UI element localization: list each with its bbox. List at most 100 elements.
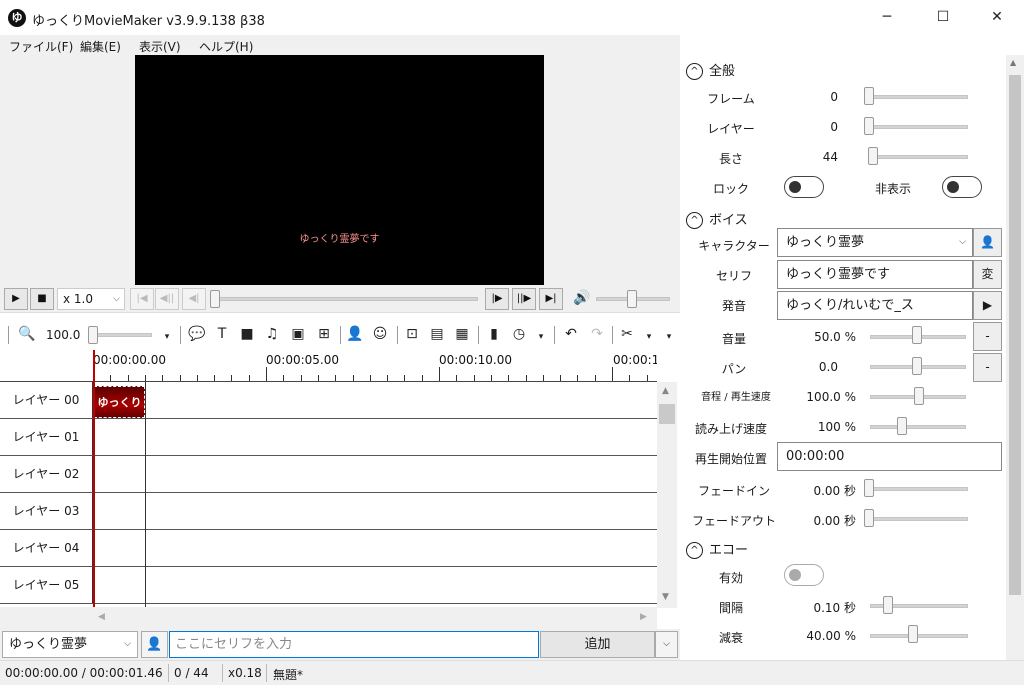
layer-row[interactable]: レイヤー 03: [0, 493, 657, 530]
voice-volume-thumb[interactable]: [912, 326, 922, 344]
hide-toggle[interactable]: [942, 176, 982, 198]
echo-enabled-toggle[interactable]: [784, 564, 824, 586]
layer-track[interactable]: [93, 493, 657, 529]
seek-slider[interactable]: [212, 297, 478, 301]
scrollbar-thumb[interactable]: [1009, 75, 1021, 595]
zoom-icon[interactable]: 🔍: [18, 326, 36, 342]
playback-speed-select[interactable]: x 1.0 ⌵: [57, 288, 125, 310]
frame-slider[interactable]: [866, 95, 968, 99]
menu-help[interactable]: ヘルプ(H): [199, 38, 253, 55]
pan-minus-button[interactable]: -: [973, 353, 1002, 382]
scroll-up-icon[interactable]: ▲: [662, 386, 669, 396]
scissors-icon[interactable]: ✂: [618, 326, 636, 342]
volume-minus-button[interactable]: -: [973, 322, 1002, 351]
collapse-icon[interactable]: ^: [686, 212, 703, 229]
scroll-right-icon[interactable]: ▶: [640, 612, 647, 622]
fade-in-thumb[interactable]: [864, 479, 874, 497]
fade-in-slider[interactable]: [866, 487, 968, 491]
go-end-icon[interactable]: ▶|: [539, 288, 563, 310]
dropdown-arrow-icon[interactable]: ▾: [640, 332, 658, 342]
length-slider[interactable]: [870, 155, 968, 159]
layer-track[interactable]: [93, 530, 657, 566]
section-echo-header[interactable]: ^ エコー: [686, 539, 748, 559]
layer-name[interactable]: レイヤー 04: [0, 530, 93, 566]
person-icon[interactable]: 👤: [346, 326, 364, 342]
frame-slider-thumb[interactable]: [864, 87, 874, 105]
mosaic-icon[interactable]: ▦: [453, 326, 471, 342]
collapse-icon[interactable]: ^: [686, 63, 703, 80]
voice-clip[interactable]: ゆっくり: [94, 386, 145, 418]
play-voice-button[interactable]: ▶: [973, 291, 1002, 320]
overflow-icon[interactable]: ▾: [158, 332, 176, 342]
prev-frame-icon[interactable]: ◀||: [155, 288, 179, 310]
play-button[interactable]: ▶: [4, 288, 28, 310]
menu-edit[interactable]: 編集(E): [80, 38, 121, 55]
video-preview[interactable]: ゆっくり霊夢です: [135, 55, 544, 285]
minimize-button[interactable]: ─: [864, 0, 910, 35]
convert-button[interactable]: 変: [973, 260, 1002, 289]
fade-out-slider[interactable]: [866, 517, 968, 521]
layer-name[interactable]: レイヤー 02: [0, 456, 93, 492]
undo-icon[interactable]: ↶: [562, 326, 580, 342]
layer-name[interactable]: レイヤー 03: [0, 493, 93, 529]
voice-character-select[interactable]: ゆっくり霊夢 ⌵: [777, 228, 973, 257]
scroll-up-icon[interactable]: ▲: [1010, 58, 1016, 67]
layer-track[interactable]: [93, 382, 657, 418]
redo-icon[interactable]: ↷: [588, 326, 606, 342]
timeline-horizontal-scrollbar[interactable]: ◀ ▶: [0, 607, 657, 629]
length-slider-thumb[interactable]: [868, 147, 878, 165]
add-shapes-icon[interactable]: ⊞: [315, 326, 333, 342]
maximize-button[interactable]: ☐: [920, 0, 966, 35]
pan-slider-thumb[interactable]: [912, 357, 922, 375]
character-settings-icon[interactable]: 👤: [141, 631, 168, 658]
section-general-header[interactable]: ^ 全般: [686, 60, 735, 80]
step-forward-icon[interactable]: |▶: [485, 288, 509, 310]
layer-row[interactable]: レイヤー 04: [0, 530, 657, 567]
add-image-icon[interactable]: ⊡: [403, 326, 421, 342]
layer-row[interactable]: レイヤー 02: [0, 456, 657, 493]
close-button[interactable]: ✕: [974, 0, 1020, 35]
character-select[interactable]: ゆっくり霊夢 ⌵: [2, 631, 138, 658]
stop-button[interactable]: ■: [30, 288, 54, 310]
layer-row[interactable]: レイヤー 05: [0, 567, 657, 604]
properties-scrollbar[interactable]: ▲: [1006, 55, 1024, 660]
clock-icon[interactable]: ◷: [510, 326, 528, 342]
next-frame-icon[interactable]: ||▶: [512, 288, 536, 310]
seek-slider-thumb[interactable]: [210, 290, 220, 308]
scroll-down-icon[interactable]: ▼: [662, 592, 669, 602]
lock-toggle[interactable]: [784, 176, 824, 198]
collapse-icon[interactable]: ^: [686, 542, 703, 559]
echo-decay-slider[interactable]: [870, 634, 968, 638]
scrollbar-thumb[interactable]: [659, 404, 675, 424]
text-icon[interactable]: T: [213, 326, 231, 342]
timeline-vertical-scrollbar[interactable]: ▲ ▼: [657, 382, 677, 608]
layer-name[interactable]: レイヤー 00: [0, 382, 93, 418]
section-voice-header[interactable]: ^ ボイス: [686, 209, 748, 229]
serif-field[interactable]: ゆっくり霊夢です: [777, 260, 973, 289]
music-note-icon[interactable]: ♫: [263, 326, 281, 342]
gallery-icon[interactable]: ▤: [428, 326, 446, 342]
go-start-icon[interactable]: |◀: [130, 288, 154, 310]
layer-track[interactable]: [93, 567, 657, 603]
speech-bubble-icon[interactable]: 💬: [188, 326, 206, 342]
start-position-field[interactable]: 00:00:00: [777, 442, 1002, 471]
layer-track[interactable]: [93, 419, 657, 455]
menu-view[interactable]: 表示(V): [139, 38, 181, 55]
read-speed-slider[interactable]: [870, 425, 966, 429]
echo-decay-thumb[interactable]: [908, 625, 918, 643]
pitch-slider-thumb[interactable]: [914, 387, 924, 405]
layer-name[interactable]: レイヤー 01: [0, 419, 93, 455]
echo-interval-thumb[interactable]: [883, 596, 893, 614]
smiley-icon[interactable]: ☺: [371, 326, 389, 342]
pronunciation-field[interactable]: ゆっくり/れいむで_ス: [777, 291, 973, 320]
overflow-icon[interactable]: ▾: [660, 332, 678, 342]
layer-track[interactable]: [93, 456, 657, 492]
playhead[interactable]: [93, 350, 95, 608]
layer-slider-thumb[interactable]: [864, 117, 874, 135]
volume-icon[interactable]: 🔊: [573, 290, 591, 306]
dropdown-arrow-icon[interactable]: ▾: [532, 332, 550, 342]
zoom-slider-thumb[interactable]: [88, 326, 98, 344]
add-button[interactable]: 追加: [540, 631, 655, 658]
layer-slider[interactable]: [866, 125, 968, 129]
layer-row[interactable]: レイヤー 01: [0, 419, 657, 456]
